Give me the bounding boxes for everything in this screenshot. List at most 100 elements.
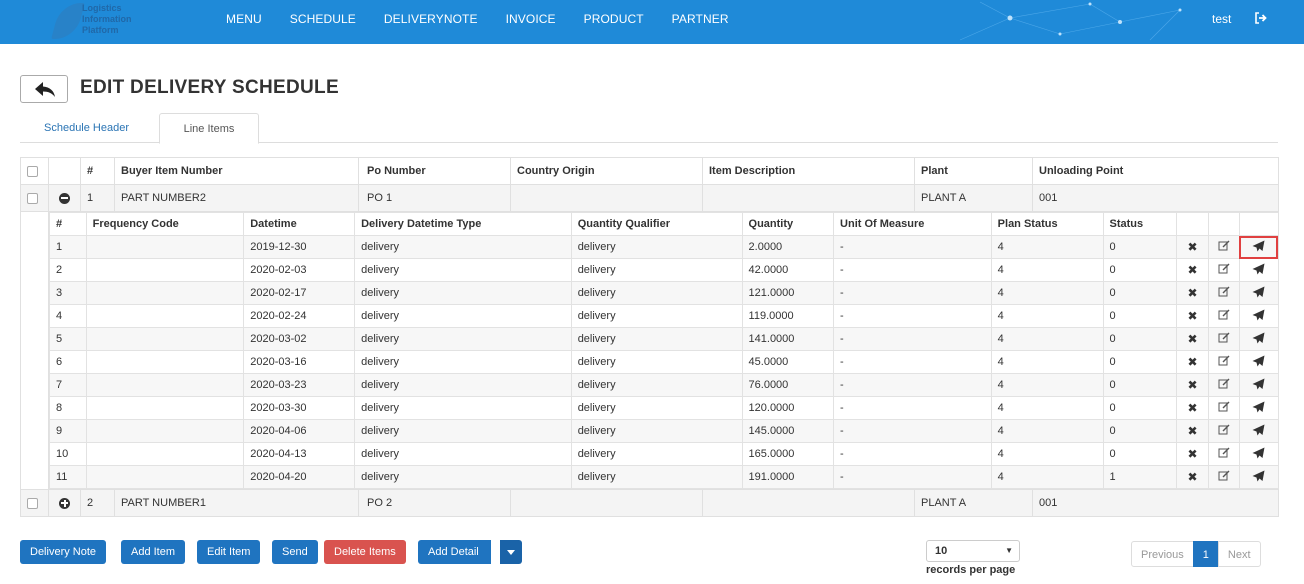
times-icon[interactable]: ✖ [1187,447,1197,461]
table-row[interactable]: 1 PART NUMBER2 PO 1 PLANT A 001 [20,184,1279,212]
paper-plane-icon[interactable] [1252,424,1265,436]
detail-frequency [85,465,245,489]
send-button[interactable]: Send [272,540,318,564]
edit-icon[interactable] [1218,378,1230,390]
select-all-checkbox[interactable] [27,165,38,177]
detail-plan-status: 4 [990,235,1104,259]
detail-uom: - [833,350,992,374]
expand-icon[interactable] [59,497,70,509]
paper-plane-icon[interactable] [1252,401,1265,413]
delivery-note-button[interactable]: Delivery Note [20,540,107,564]
current-page-button[interactable]: 1 [1192,541,1219,567]
row-checkbox[interactable] [27,497,38,509]
table-row[interactable]: 2 PART NUMBER1 PO 2 PLANT A 001 [20,489,1279,517]
times-icon[interactable]: ✖ [1187,401,1197,415]
detail-qualifier: delivery [570,304,743,328]
col-header-buyer-item: Buyer Item Number [114,157,359,185]
nav-deliverynote[interactable]: DELIVERYNOTE [384,12,478,26]
edit-icon[interactable] [1218,286,1230,298]
times-icon[interactable]: ✖ [1187,424,1197,438]
paper-plane-icon[interactable] [1252,240,1265,252]
detail-quantity: 2.0000 [741,235,835,259]
edit-item-button[interactable]: Edit Item [197,540,261,564]
detail-quantity: 165.0000 [741,442,835,466]
paper-plane-icon[interactable] [1252,378,1265,390]
user-name[interactable]: test [1212,12,1231,26]
edit-icon[interactable] [1218,263,1230,275]
add-item-button[interactable]: Add Item [121,540,186,564]
detail-num: 1 [49,235,87,259]
times-icon[interactable]: ✖ [1187,332,1197,346]
times-icon[interactable]: ✖ [1187,309,1197,323]
detail-row: 6 2020-03-16 delivery delivery 45.0000-4 0 ✖ [49,350,1279,374]
edit-icon[interactable] [1218,355,1230,367]
times-icon[interactable]: ✖ [1187,470,1197,484]
tab-schedule-header[interactable]: Schedule Header [32,113,141,143]
detail-plan-status: 4 [990,327,1104,351]
paper-plane-icon[interactable] [1252,286,1265,298]
detail-frequency [85,442,245,466]
edit-icon[interactable] [1218,309,1230,321]
edit-icon[interactable] [1218,470,1230,482]
main-nav: MENU SCHEDULE DELIVERYNOTE INVOICE PRODU… [226,12,757,26]
detail-qualifier: delivery [570,465,743,489]
add-detail-button[interactable]: Add Detail [418,540,491,564]
detail-quantity: 119.0000 [741,304,835,328]
detail-qualifier: delivery [570,235,743,259]
item-description [702,184,915,212]
paper-plane-icon[interactable] [1252,332,1265,344]
nav-schedule[interactable]: SCHEDULE [290,12,356,26]
page-size-select[interactable]: 10 ▼ [926,540,1020,562]
detail-qualifier: delivery [570,281,743,305]
paper-plane-icon[interactable] [1252,447,1265,459]
nav-menu[interactable]: MENU [226,12,262,26]
detail-num: 10 [49,442,87,466]
table-header-row: # Buyer Item Number Po Number Country Or… [20,157,1279,185]
detail-uom: - [833,304,992,328]
detail-datetime: 2020-02-24 [243,304,356,328]
times-icon[interactable]: ✖ [1187,355,1197,369]
app-logo[interactable]: Logistics Information Platform [51,1,162,41]
edit-icon[interactable] [1218,424,1230,436]
edit-icon[interactable] [1218,332,1230,344]
detail-status: 0 [1102,373,1177,397]
detail-table: # Frequency Code Datetime Delivery Datet… [49,212,1279,489]
detail-header-uom: Unit Of Measure [833,212,992,236]
nav-product[interactable]: PRODUCT [584,12,644,26]
detail-header-type: Delivery Datetime Type [354,212,572,236]
delete-items-button[interactable]: Delete Items [324,540,406,564]
nav-partner[interactable]: PARTNER [672,12,729,26]
detail-uom: - [833,396,992,420]
records-per-page-label: records per page [926,564,1016,576]
edit-icon[interactable] [1218,447,1230,459]
times-icon[interactable]: ✖ [1187,286,1197,300]
times-icon[interactable]: ✖ [1187,263,1197,277]
paper-plane-icon[interactable] [1252,470,1265,482]
detail-quantity: 121.0000 [741,281,835,305]
back-button[interactable] [20,75,68,103]
nav-invoice[interactable]: INVOICE [506,12,556,26]
detail-quantity: 120.0000 [741,396,835,420]
detail-quantity: 42.0000 [741,258,835,282]
detail-plan-status: 4 [990,442,1104,466]
collapse-icon[interactable] [59,192,70,204]
detail-quantity: 141.0000 [741,327,835,351]
times-icon[interactable]: ✖ [1187,378,1197,392]
paper-plane-icon[interactable] [1252,355,1265,367]
detail-frequency [85,258,245,282]
next-page-button[interactable]: Next [1217,541,1261,567]
detail-plan-status: 4 [990,258,1104,282]
detail-header-quantity: Quantity [741,212,835,236]
paper-plane-icon[interactable] [1252,263,1265,275]
tab-line-items[interactable]: Line Items [159,113,259,144]
edit-icon[interactable] [1218,401,1230,413]
edit-icon[interactable] [1218,240,1230,252]
paper-plane-icon[interactable] [1252,309,1265,321]
previous-page-button[interactable]: Previous [1131,541,1194,567]
times-icon[interactable]: ✖ [1187,240,1197,254]
add-detail-dropdown-icon[interactable] [500,540,522,564]
detail-uom: - [833,235,992,259]
row-checkbox[interactable] [27,192,38,204]
logout-icon[interactable] [1254,11,1268,25]
item-po: PO 2 [358,489,511,517]
